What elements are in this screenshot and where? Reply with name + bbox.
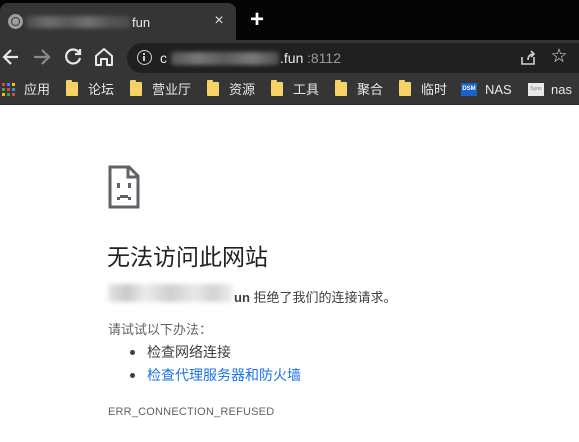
folder-icon [207, 80, 219, 96]
bookmark-star-icon[interactable]: ☆ [549, 47, 569, 67]
list-item: 检查网络连接 [130, 342, 301, 365]
error-headline: 无法访问此网站 [107, 245, 268, 271]
folder-icon [399, 80, 411, 96]
bullet [130, 350, 135, 355]
suggestion-list: 检查网络连接 检查代理服务器和防火墙 [130, 342, 301, 388]
list-item: 检查代理服务器和防火墙 [130, 365, 301, 388]
synology-icon: Syno [528, 83, 544, 96]
bookmark-label: nas [551, 82, 572, 97]
bookmark-label: 论坛 [88, 82, 115, 97]
browser-tab[interactable]: fun × [0, 3, 236, 40]
tab-close-icon[interactable]: × [210, 12, 228, 30]
site-info-icon[interactable] [137, 50, 152, 65]
bookmark-label: 资源 [229, 82, 256, 97]
browser-toolbar: c .fun :8112 ☆ [0, 40, 579, 75]
tab-title: fun [132, 15, 151, 30]
new-tab-button[interactable]: + [245, 8, 269, 32]
globe-icon [8, 14, 23, 29]
back-arrow-icon[interactable] [0, 45, 24, 69]
bookmark-label: 营业厅 [152, 82, 192, 97]
folder-icon [130, 80, 142, 96]
folder-icon [271, 80, 283, 96]
folder-icon [335, 80, 347, 96]
dsm-icon: DSM [461, 83, 477, 96]
folder-icon [66, 80, 78, 96]
bookmark-label: NAS [485, 82, 512, 97]
forward-arrow-icon[interactable] [29, 45, 53, 69]
home-icon[interactable] [92, 45, 116, 69]
url-port: :8112 [307, 50, 341, 66]
host-redacted [108, 284, 232, 302]
tab-strip: fun × + [0, 0, 579, 40]
suggestion-check-proxy-link[interactable]: 检查代理服务器和防火墙 [147, 367, 301, 383]
bookmarks-bar: 应用 论坛 营业厅 资源 工具 聚合 临时 DSM NAS Syno nas [0, 75, 579, 105]
bookmark-label: 聚合 [357, 82, 384, 97]
bullet [130, 373, 135, 378]
bookmark-label: 工具 [293, 82, 320, 97]
suggestions-heading: 请试试以下办法： [108, 322, 213, 337]
error-page: 无法访问此网站 un 拒绝了我们的连接请求。 请试试以下办法： 检查网络连接 检… [0, 106, 579, 442]
refused-message: 拒绝了我们的连接请求。 [253, 290, 397, 305]
apps-grid-icon [2, 83, 17, 98]
url-redacted [171, 52, 279, 65]
error-detail: un 拒绝了我们的连接请求。 [234, 287, 397, 306]
error-host: un [234, 290, 250, 305]
suggestion-check-network: 检查网络连接 [147, 344, 231, 360]
share-icon[interactable] [519, 49, 537, 67]
bookmark-label: 应用 [24, 82, 51, 97]
reload-icon[interactable] [61, 45, 85, 69]
url-prefix: c [160, 50, 167, 66]
url-host: .fun [280, 50, 304, 66]
bookmark-label: 临时 [421, 82, 448, 97]
address-bar[interactable]: c .fun :8112 ☆ [127, 43, 579, 73]
tab-title-redacted [26, 16, 130, 28]
sad-page-icon [108, 165, 140, 209]
error-code: ERR_CONNECTION_REFUSED [108, 406, 275, 418]
